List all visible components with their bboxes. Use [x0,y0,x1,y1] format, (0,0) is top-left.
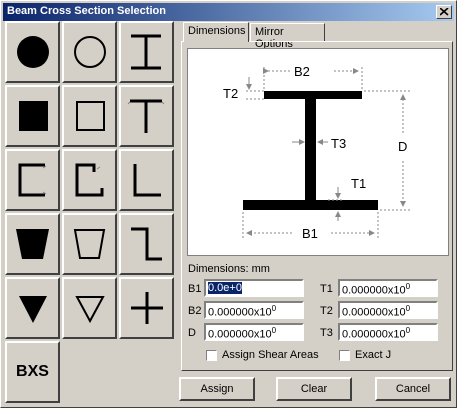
b2-mantissa: 0.000000x10 [208,306,272,319]
channel-icon [18,163,47,197]
d-exponent: 0 [271,326,277,335]
t1-label: T1 [320,283,333,295]
exact-j-label: Exact J [355,349,392,361]
hollow-circle-icon [74,36,106,68]
b2-label: B2 [188,305,202,317]
t1-mantissa: 0.000000x10 [342,284,406,297]
clear-button[interactable]: Clear [276,377,352,401]
i-beam-diagram: B2 T2 T3 D T1 B1 [187,48,449,256]
solid-rectangle-icon [19,101,48,131]
assign-button[interactable]: Assign [179,377,255,401]
shape-hollow-triangle-button[interactable] [62,277,117,339]
diagram-label-t3: T3 [331,136,347,151]
cross-icon [131,292,163,324]
dialog-window: Beam Cross Section Selection BXS Dimensi… [0,0,457,408]
shape-tee-button[interactable] [119,85,174,147]
shape-i-beam-button[interactable] [119,21,174,83]
shape-cross-button[interactable] [119,277,174,339]
diagram-label-d: D [398,139,408,154]
close-button[interactable] [436,5,452,19]
tee-icon [127,99,165,133]
solid-triangle-icon [19,296,47,323]
shape-hollow-trapezoid-button[interactable] [62,213,117,275]
close-icon [440,8,449,16]
shape-z-section-button[interactable] [119,213,174,275]
b2-exponent: 0 [271,304,277,313]
solid-circle-icon [17,36,49,68]
diagram-label-t1: T1 [351,176,367,191]
b1-label: B1 [188,283,202,295]
cancel-button[interactable]: Cancel [375,377,451,401]
t1-exponent: 0 [405,282,411,291]
diagram-label-b1: B1 [302,226,318,241]
d-field[interactable]: 0.000000x100 [204,323,304,341]
title-bar[interactable]: Beam Cross Section Selection [3,3,454,21]
solid-trapezoid-icon [16,229,49,259]
b1-value: 0.0e+0 [208,282,242,294]
tab-dimensions[interactable]: Dimensions [183,22,249,42]
diagram-label-b2: B2 [294,64,310,79]
shape-hollow-rectangle-button[interactable] [62,85,117,147]
tab-mirror-options[interactable]: Mirror Options [250,23,325,50]
i-beam-icon [131,34,161,70]
d-label: D [188,327,196,339]
t2-exponent: 0 [405,304,411,313]
t2-label: T2 [320,305,333,317]
d-mantissa: 0.000000x10 [208,328,272,341]
shape-solid-circle-button[interactable] [5,21,60,83]
t3-mantissa: 0.000000x10 [342,328,406,341]
assign-shear-areas-checkbox[interactable] [206,350,217,361]
t2-field[interactable]: 0.000000x100 [338,301,438,319]
b2-field[interactable]: 0.000000x100 [204,301,304,319]
t3-exponent: 0 [405,326,411,335]
i-beam-drawing [242,67,410,239]
t3-field[interactable]: 0.000000x100 [338,323,438,341]
exact-j-checkbox[interactable] [339,350,350,361]
t1-field[interactable]: 0.000000x100 [338,279,438,297]
units-label: Dimensions: mm [188,263,270,275]
shape-solid-rectangle-button[interactable] [5,85,60,147]
hollow-rectangle-icon [76,101,105,131]
shape-bxs-button[interactable]: BXS [5,341,60,403]
lipped-channel-icon [75,163,104,197]
shape-angle-button[interactable] [119,149,174,211]
hollow-trapezoid-icon [73,229,106,259]
section-shape-grid: BXS [5,21,177,405]
window-title: Beam Cross Section Selection [7,5,166,17]
b1-field[interactable]: 0.0e+0 [204,279,304,297]
shape-channel-button[interactable] [5,149,60,211]
hollow-triangle-icon [75,296,105,324]
shape-solid-trapezoid-button[interactable] [5,213,60,275]
t3-label: T3 [320,327,333,339]
t2-mantissa: 0.000000x10 [342,306,406,319]
angle-icon [133,164,161,197]
z-section-icon [131,227,162,261]
bxs-label: BXS [16,363,49,380]
shape-solid-triangle-button[interactable] [5,277,60,339]
shape-hollow-circle-button[interactable] [62,21,117,83]
assign-shear-areas-label: Assign Shear Areas [222,349,319,361]
shape-lipped-channel-button[interactable] [62,149,117,211]
diagram-label-t2: T2 [223,86,239,101]
